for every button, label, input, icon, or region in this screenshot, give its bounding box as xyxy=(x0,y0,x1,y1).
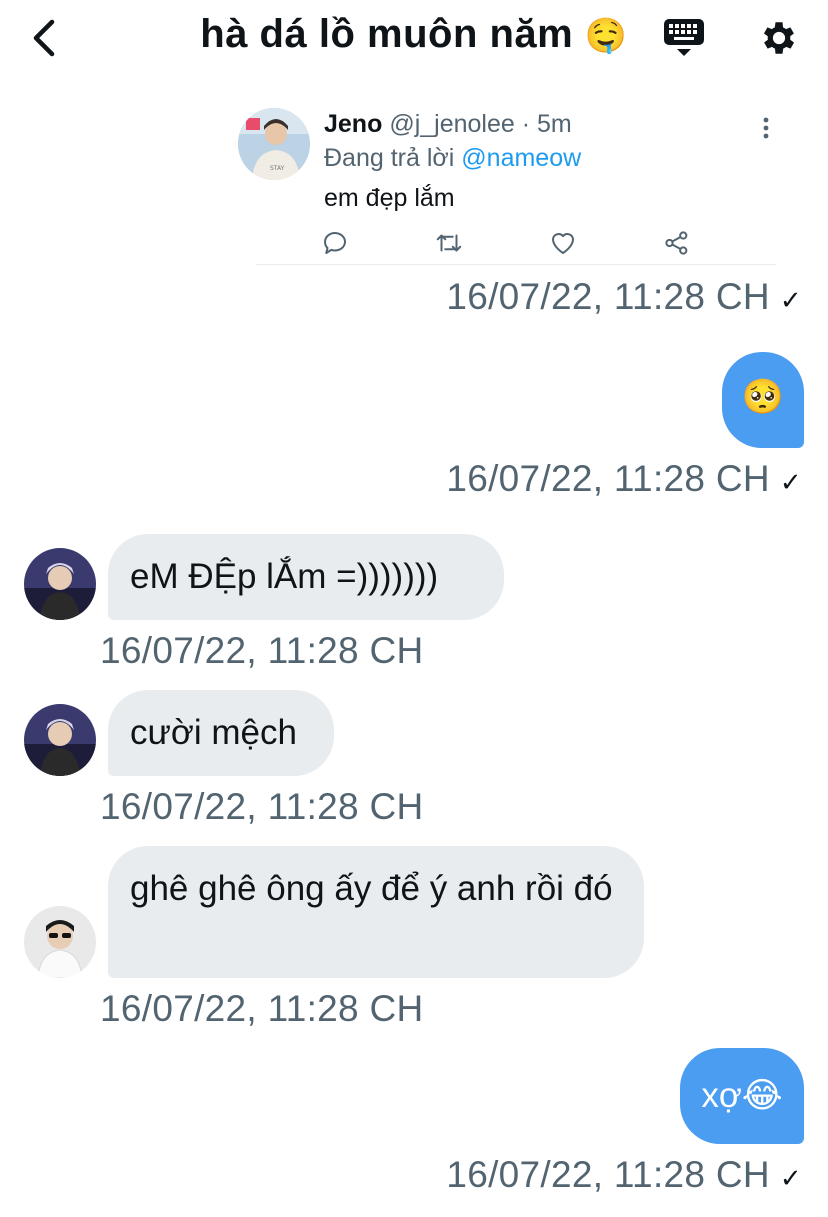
reply-prefix: Đang trả lời xyxy=(324,144,455,172)
svg-text:STAY: STAY xyxy=(270,165,285,172)
message-text: xợ😂 xyxy=(701,1076,783,1115)
reply-mention-link[interactable]: @nameow xyxy=(461,144,581,172)
sent-check-icon: ✓ xyxy=(779,467,802,497)
message-bubble-incoming[interactable]: ghê ghê ông ấy để ý anh rồi đó xyxy=(108,846,644,978)
message-timestamp: 16/07/22, 11:28 CH xyxy=(100,630,424,671)
message-text: ghê ghê ông ấy để ý anh rồi đó xyxy=(130,869,613,908)
message-text: 🥺 xyxy=(741,377,785,417)
more-vertical-icon[interactable] xyxy=(758,114,774,142)
tweet-divider xyxy=(256,264,776,265)
tweet-author-name[interactable]: Jeno xyxy=(324,110,382,138)
conversation-title-text: hà dá lồ muôn năm xyxy=(200,12,574,56)
shared-tweet-card[interactable]: STAY Jeno @j_jenolee · 5m Đang trả lời @… xyxy=(238,102,778,272)
tweet-separator: · xyxy=(521,110,531,138)
message-bubble-outgoing[interactable]: xợ😂 xyxy=(680,1048,804,1144)
message-text: eM ĐỆp lẮm =))))))) xyxy=(130,557,439,596)
title-emoji: 🤤 xyxy=(584,16,628,56)
timestamp-text: 16/07/22, 11:28 CH xyxy=(446,276,770,317)
sent-check-icon: ✓ xyxy=(779,1163,802,1193)
like-icon[interactable] xyxy=(548,228,578,258)
tweet-author-avatar[interactable]: STAY xyxy=(238,108,310,180)
message-bubble-incoming[interactable]: eM ĐỆp lẮm =))))))) xyxy=(108,534,504,620)
share-icon[interactable] xyxy=(662,228,692,258)
timestamp-text: 16/07/22, 11:28 CH xyxy=(446,1154,770,1195)
message-timestamp: 16/07/22, 11:28 CH xyxy=(100,786,424,827)
tweet-reply-context: Đang trả lời @nameow xyxy=(324,144,581,173)
message-timestamp: 16/07/22, 11:28 CH ✓ xyxy=(446,458,802,500)
reply-icon[interactable] xyxy=(320,228,350,258)
message-timestamp: 16/07/22, 11:28 CH ✓ xyxy=(446,276,802,318)
tweet-header: Jeno @j_jenolee · 5m xyxy=(324,110,572,139)
message-bubble-outgoing[interactable]: 🥺 xyxy=(722,352,804,448)
sent-check-icon: ✓ xyxy=(779,285,802,315)
message-timestamp: 16/07/22, 11:28 CH ✓ xyxy=(446,1154,802,1196)
tweet-author-handle[interactable]: @j_jenolee xyxy=(389,110,514,138)
avatar[interactable] xyxy=(24,704,96,776)
tweet-time: 5m xyxy=(537,110,572,138)
message-bubble-incoming[interactable]: cười mệch xyxy=(108,690,334,776)
gear-icon[interactable] xyxy=(758,17,800,59)
timestamp-text: 16/07/22, 11:28 CH xyxy=(446,458,770,499)
message-timestamp: 16/07/22, 11:28 CH xyxy=(100,988,424,1029)
retweet-icon[interactable] xyxy=(434,228,464,258)
avatar[interactable] xyxy=(24,548,96,620)
avatar[interactable] xyxy=(24,906,96,978)
keyboard-icon[interactable] xyxy=(662,16,706,60)
message-text: cười mệch xyxy=(130,713,297,752)
tweet-text: em đẹp lắm xyxy=(324,184,455,212)
